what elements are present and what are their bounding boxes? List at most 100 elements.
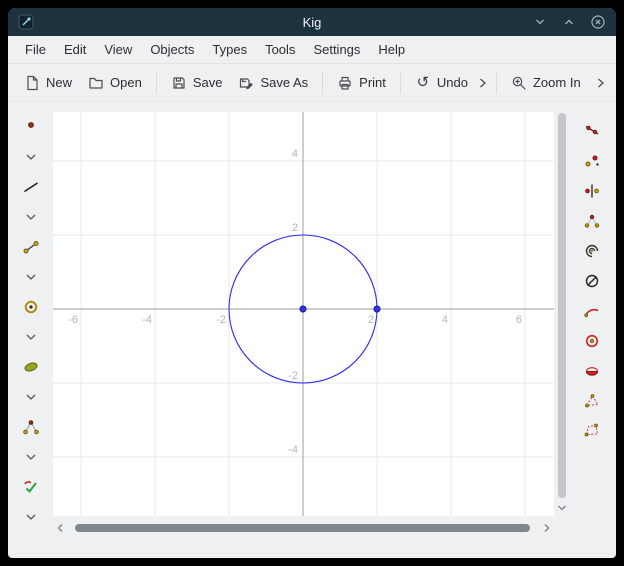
- menu-objects[interactable]: Objects: [141, 38, 203, 61]
- zoom-in-button-label: Zoom In: [533, 75, 581, 90]
- menu-edit[interactable]: Edit: [55, 38, 95, 61]
- geometry-view[interactable]: -6-4-224642-2-4: [53, 112, 554, 516]
- chevron-down-icon: [25, 452, 37, 462]
- locus-spiral-icon: [583, 242, 601, 260]
- construction-tool-button[interactable]: [17, 415, 45, 439]
- arc-tool-button[interactable]: [578, 299, 606, 323]
- open-button[interactable]: Open: [80, 70, 150, 96]
- construction-tool-expand[interactable]: [17, 445, 45, 469]
- point-tool-button[interactable]: [17, 115, 45, 139]
- zoom-in-button[interactable]: Zoom In: [503, 70, 589, 96]
- x-tick-label: -2: [216, 314, 226, 326]
- print-button[interactable]: Print: [329, 70, 394, 96]
- titlebar[interactable]: Kig: [8, 8, 616, 36]
- horizontal-scrollbar[interactable]: [53, 522, 554, 534]
- save-as-button[interactable]: Save As: [230, 70, 316, 96]
- test-tool-button[interactable]: [17, 475, 45, 499]
- window-title: Kig: [8, 15, 616, 30]
- horizontal-scrollbar-left-arrow[interactable]: [53, 522, 67, 534]
- polygon-tool-button[interactable]: [578, 389, 606, 413]
- vertical-scrollbar[interactable]: [556, 112, 568, 516]
- circle-tool-button[interactable]: [17, 295, 45, 319]
- menu-view[interactable]: View: [95, 38, 141, 61]
- circle-tool-expand[interactable]: [17, 325, 45, 349]
- circle-by-center-icon: [22, 298, 40, 316]
- crossed-circle-icon: [583, 272, 601, 290]
- undo-button[interactable]: ↺ Undo: [407, 70, 476, 96]
- circle-point-tool-button[interactable]: [578, 329, 606, 353]
- point-object[interactable]: [374, 306, 380, 312]
- menubar: File Edit View Objects Types Tools Setti…: [8, 36, 616, 64]
- save-as-button-label: Save As: [260, 75, 308, 90]
- line-tool-button[interactable]: [17, 175, 45, 199]
- point-on-line-tool-button[interactable]: [578, 179, 606, 203]
- arc-icon: [583, 302, 601, 320]
- chevron-up-icon: [562, 15, 576, 29]
- menu-settings[interactable]: Settings: [304, 38, 369, 61]
- locus-tool-button[interactable]: [578, 239, 606, 263]
- toolbar-overflow-chevron[interactable]: [594, 72, 608, 94]
- undo-history-chevron[interactable]: [476, 72, 490, 94]
- point-tool-expand[interactable]: [17, 145, 45, 169]
- polygon-triangle-icon: [583, 392, 601, 410]
- polygon-vertex-tool-button[interactable]: [578, 419, 606, 443]
- new-button[interactable]: New: [16, 70, 80, 96]
- angle-tool-button[interactable]: [578, 209, 606, 233]
- line-icon: [22, 178, 40, 196]
- vertical-scrollbar-down-arrow[interactable]: [556, 502, 568, 514]
- close-button[interactable]: [590, 14, 606, 30]
- chevron-down-icon: [557, 504, 567, 512]
- conic-tool-button[interactable]: [17, 355, 45, 379]
- point-object[interactable]: [300, 306, 306, 312]
- maximize-button[interactable]: [561, 14, 577, 30]
- x-tick-label: -4: [142, 314, 152, 326]
- point-pair-tool-button[interactable]: [578, 149, 606, 173]
- canvas-area: -6-4-224642-2-4: [53, 102, 568, 558]
- save-icon: [171, 75, 187, 91]
- ellipse-icon: [583, 362, 601, 380]
- menu-types[interactable]: Types: [203, 38, 256, 61]
- vertical-scrollbar-thumb[interactable]: [558, 113, 566, 498]
- menu-tools[interactable]: Tools: [256, 38, 304, 61]
- line-tool-expand[interactable]: [17, 205, 45, 229]
- chevron-down-icon: [533, 15, 547, 29]
- horizontal-scrollbar-right-arrow[interactable]: [540, 522, 554, 534]
- chevron-left-icon: [56, 523, 64, 533]
- undo-button-label: Undo: [437, 75, 468, 90]
- segment-tool-expand[interactable]: [17, 265, 45, 289]
- horizontal-scrollbar-thumb[interactable]: [75, 524, 530, 532]
- left-toolbar: [8, 102, 53, 558]
- new-button-label: New: [46, 75, 72, 90]
- toolbar-separator: [400, 72, 401, 94]
- toolbar-separator: [156, 72, 157, 94]
- x-tick-label: 2: [368, 314, 374, 326]
- conic-tool-expand[interactable]: [17, 385, 45, 409]
- close-circle-icon: [590, 14, 606, 30]
- new-document-icon: [24, 75, 40, 91]
- chevron-down-icon: [25, 272, 37, 282]
- ellipse-tool-button[interactable]: [578, 359, 606, 383]
- line-points-tool-button[interactable]: [578, 119, 606, 143]
- window-controls: [532, 14, 606, 30]
- save-button[interactable]: Save: [163, 70, 231, 96]
- chevron-down-icon: [25, 332, 37, 342]
- toolbar: New Open Save Save As: [8, 64, 616, 102]
- chevron-right-icon: [543, 523, 551, 533]
- angle-points-icon: [583, 212, 601, 230]
- zoom-in-icon: [511, 75, 527, 91]
- minimize-button[interactable]: [532, 14, 548, 30]
- menu-file[interactable]: File: [16, 38, 55, 61]
- test-tool-expand[interactable]: [17, 505, 45, 529]
- canvas-row: -6-4-224642-2-4: [53, 112, 568, 516]
- print-button-label: Print: [359, 75, 386, 90]
- hide-object-tool-button[interactable]: [578, 269, 606, 293]
- line-with-points-icon: [583, 122, 601, 140]
- segment-tool-button[interactable]: [17, 235, 45, 259]
- menu-help[interactable]: Help: [369, 38, 414, 61]
- main-area: -6-4-224642-2-4: [8, 102, 616, 558]
- y-tick-label: 4: [292, 148, 298, 160]
- toolbar-separator: [496, 72, 497, 94]
- angle-construction-icon: [22, 418, 40, 436]
- test-check-icon: [22, 478, 40, 496]
- horizontal-scrollbar-track[interactable]: [67, 522, 540, 534]
